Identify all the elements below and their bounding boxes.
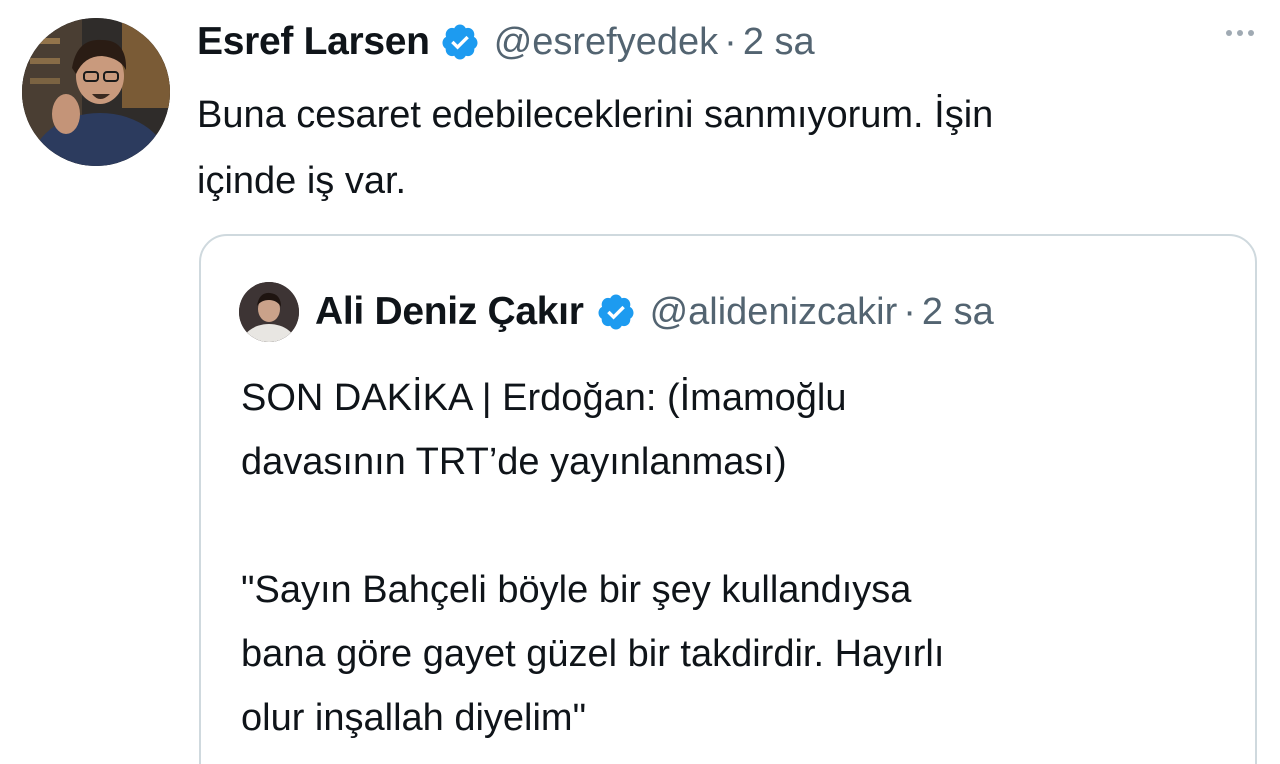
quoted-tweet-text: SON DAKİKA | Erdoğan: (İmamoğlu davasını… [241,366,1241,750]
author-avatar[interactable] [22,18,170,166]
author-handle[interactable]: @esrefyedek [494,21,718,64]
tweet[interactable]: Esref Larsen @esrefyedek · 2 sa Buna ces… [0,0,1280,764]
quoted-tweet-header: Ali Deniz Çakır @alidenizcakir · 2 sa [239,282,994,342]
author-name[interactable]: Esref Larsen [197,20,430,64]
quoted-author-name[interactable]: Ali Deniz Çakır [315,290,584,334]
quoted-text-line: davasının TRT’de yayınlanması) [241,441,787,483]
quoted-author-photo [239,282,299,342]
more-dots-icon[interactable] [1226,30,1254,36]
timestamp[interactable]: 2 sa [743,21,815,64]
author-photo [22,18,170,166]
verified-badge-icon[interactable] [596,292,636,332]
tweet-header: Esref Larsen @esrefyedek · 2 sa [197,14,815,70]
quoted-tweet[interactable]: Ali Deniz Çakır @alidenizcakir · 2 sa SO… [199,234,1257,764]
quoted-text-line: "Sayın Bahçeli böyle bir şey kullandıysa [241,569,912,611]
quoted-text-blank-line [241,494,1241,558]
quoted-text-line: SON DAKİKA | Erdoğan: (İmamoğlu [241,377,847,419]
quoted-text-line: olur inşallah diyelim" [241,697,587,739]
tweet-text-line-1: Buna cesaret edebileceklerini sanmıyorum… [197,94,994,136]
dot-1 [1226,30,1232,36]
verified-badge-icon[interactable] [440,22,480,62]
tweet-text: Buna cesaret edebileceklerini sanmıyorum… [197,82,1257,214]
separator-dot: · [724,20,737,63]
quoted-author-handle[interactable]: @alidenizcakir [650,291,898,334]
separator-dot: · [903,290,916,333]
tweet-text-line-2: içinde iş var. [197,160,407,202]
dot-3 [1248,30,1254,36]
quoted-author-avatar[interactable] [239,282,299,342]
quoted-text-line: bana göre gayet güzel bir takdirdir. Hay… [241,633,945,675]
quoted-timestamp[interactable]: 2 sa [922,291,994,334]
dot-2 [1237,30,1243,36]
